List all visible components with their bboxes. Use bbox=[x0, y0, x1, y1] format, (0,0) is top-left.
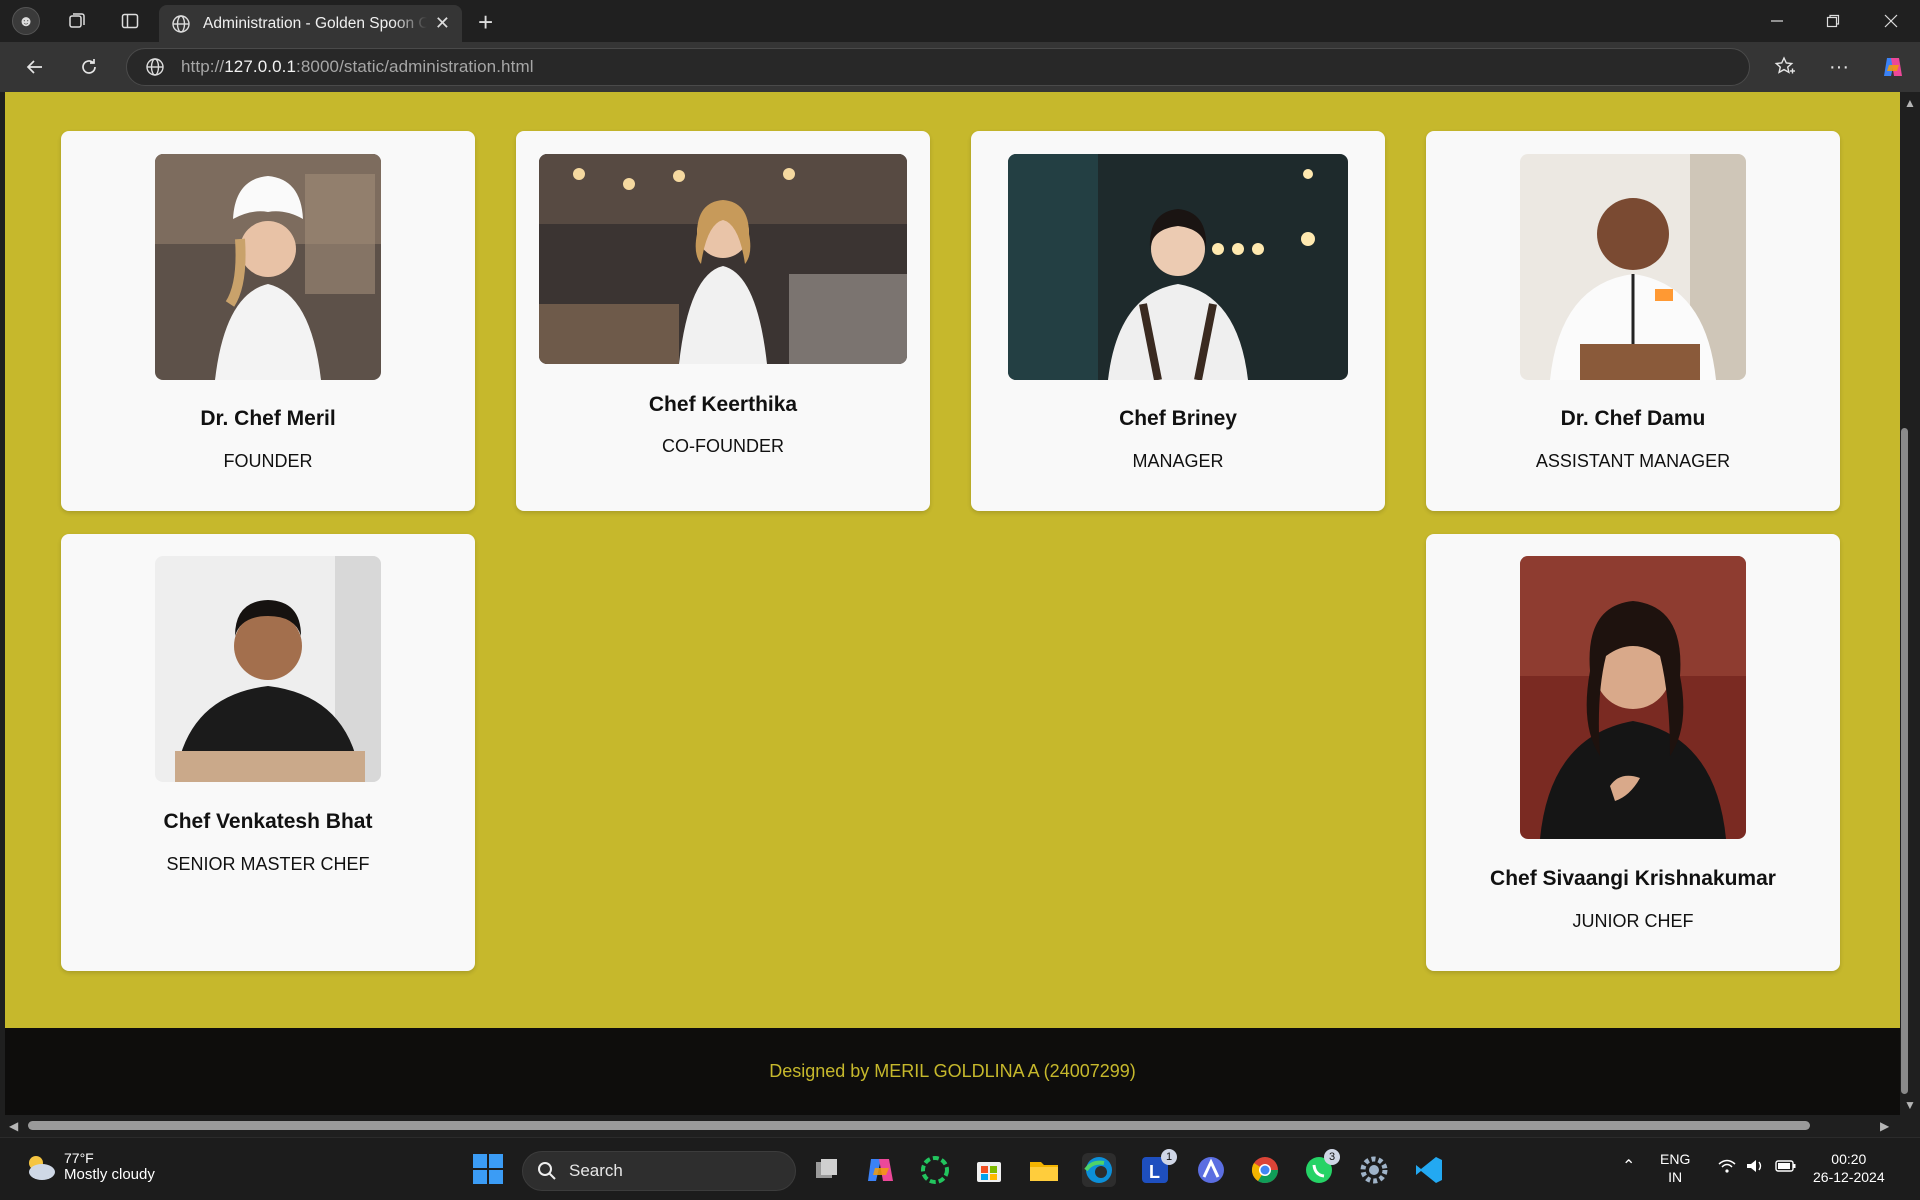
chef-photo bbox=[1520, 556, 1746, 839]
weather-temp: 77°F bbox=[64, 1150, 94, 1166]
globe-icon bbox=[172, 14, 190, 33]
staff-card: Chef Briney MANAGER bbox=[971, 131, 1385, 511]
wifi-icon[interactable] bbox=[1718, 1158, 1736, 1177]
vertical-tabs-icon[interactable] bbox=[117, 8, 143, 34]
more-options-icon[interactable]: ··· bbox=[1824, 52, 1854, 82]
workspaces-icon[interactable] bbox=[64, 8, 90, 34]
staff-role: JUNIOR CHEF bbox=[1572, 911, 1694, 931]
close-window-icon[interactable] bbox=[1876, 6, 1906, 36]
page-footer: Designed by MERIL GOLDLINA A (24007299) bbox=[5, 1028, 1900, 1115]
chef-photo bbox=[155, 556, 381, 782]
staff-name: Chef Sivaangi Krishnakumar bbox=[1490, 867, 1776, 890]
windows-taskbar: 77°F Mostly cloudy Search L 1 3 ⌃ ENG IN … bbox=[0, 1137, 1920, 1200]
favorites-star-icon[interactable] bbox=[1770, 52, 1800, 82]
copilot-app-icon[interactable] bbox=[864, 1153, 898, 1187]
show-hidden-icons-chevron-icon[interactable]: ⌃ bbox=[1622, 1156, 1635, 1176]
profile-avatar-icon[interactable]: ☻ bbox=[12, 7, 40, 35]
staff-role: MANAGER bbox=[1132, 451, 1224, 471]
refresh-app-icon[interactable] bbox=[918, 1153, 952, 1187]
page-content: Dr. Chef Meril FOUNDER Chef Keerthika CO… bbox=[5, 92, 1900, 1115]
notification-badge: 3 bbox=[1324, 1149, 1340, 1165]
chef-photo bbox=[1008, 154, 1348, 380]
address-bar[interactable]: http://127.0.0.1:8000/static/administrat… bbox=[126, 48, 1750, 86]
staff-role: CO-FOUNDER bbox=[662, 436, 784, 456]
staff-role: FOUNDER bbox=[223, 451, 313, 471]
horizontal-scroll-thumb[interactable] bbox=[28, 1121, 1810, 1130]
scroll-up-arrow-icon[interactable]: ▲ bbox=[1904, 96, 1916, 110]
search-label: Search bbox=[569, 1161, 623, 1180]
microsoft-store-icon[interactable] bbox=[972, 1153, 1006, 1187]
settings-gear-icon[interactable] bbox=[1357, 1153, 1391, 1187]
taskbar-search[interactable]: Search bbox=[522, 1151, 796, 1191]
weather-description: Mostly cloudy bbox=[64, 1166, 155, 1183]
scroll-down-arrow-icon[interactable]: ▼ bbox=[1904, 1098, 1916, 1112]
battery-icon[interactable] bbox=[1775, 1159, 1797, 1176]
staff-card: Chef Sivaangi Krishnakumar JUNIOR CHEF bbox=[1426, 534, 1840, 971]
tab-title: Administration - Golden Spoon C bbox=[203, 14, 427, 32]
minimize-icon[interactable] bbox=[1762, 6, 1792, 36]
browser-titlebar: ☻ Administration - Golden Spoon C ✕ + bbox=[0, 0, 1920, 42]
back-arrow-icon[interactable] bbox=[20, 52, 50, 82]
staff-role: SENIOR MASTER CHEF bbox=[166, 854, 370, 874]
staff-card: Chef Keerthika CO-FOUNDER bbox=[516, 131, 930, 511]
vpn-app-icon[interactable] bbox=[1194, 1153, 1228, 1187]
chrome-icon[interactable] bbox=[1248, 1153, 1282, 1187]
new-tab-icon[interactable]: + bbox=[478, 7, 493, 38]
notification-badge: 1 bbox=[1161, 1149, 1177, 1165]
staff-name: Chef Keerthika bbox=[648, 393, 798, 416]
clock[interactable]: 00:20 26-12-2024 bbox=[1813, 1150, 1885, 1186]
start-windows-icon[interactable] bbox=[472, 1153, 506, 1187]
task-view-icon[interactable] bbox=[810, 1153, 844, 1187]
language-indicator[interactable]: ENG IN bbox=[1660, 1150, 1690, 1186]
staff-name: Dr. Chef Meril bbox=[200, 407, 336, 430]
staff-name: Dr. Chef Damu bbox=[1560, 407, 1706, 430]
clock-date: 26-12-2024 bbox=[1813, 1169, 1885, 1185]
chef-photo bbox=[155, 154, 381, 380]
l-app-icon[interactable]: L 1 bbox=[1139, 1149, 1177, 1187]
staff-card: Chef Venkatesh Bhat SENIOR MASTER CHEF bbox=[61, 534, 475, 971]
clock-time: 00:20 bbox=[1831, 1151, 1867, 1167]
site-info-icon[interactable] bbox=[145, 57, 165, 77]
scroll-right-arrow-icon[interactable]: ▶ bbox=[1880, 1119, 1889, 1133]
footer-credit: Designed by MERIL GOLDLINA A (24007299) bbox=[769, 1061, 1136, 1081]
weather-widget[interactable]: 77°F Mostly cloudy bbox=[22, 1150, 155, 1183]
tab-administration[interactable]: Administration - Golden Spoon C ✕ bbox=[159, 5, 462, 42]
svg-text:L: L bbox=[1149, 1162, 1160, 1182]
chef-photo bbox=[1520, 154, 1746, 380]
vscode-icon[interactable] bbox=[1412, 1153, 1446, 1187]
staff-name: Chef Venkatesh Bhat bbox=[163, 810, 373, 833]
chef-photo bbox=[539, 154, 907, 364]
copilot-icon[interactable] bbox=[1878, 52, 1908, 82]
staff-role: ASSISTANT MANAGER bbox=[1535, 451, 1731, 471]
edge-browser-icon[interactable] bbox=[1082, 1153, 1116, 1187]
staff-name: Chef Briney bbox=[1119, 407, 1237, 430]
restore-icon[interactable] bbox=[1818, 6, 1848, 36]
refresh-icon[interactable] bbox=[74, 52, 104, 82]
url-text: http://127.0.0.1:8000/static/administrat… bbox=[181, 57, 534, 76]
search-icon bbox=[538, 1162, 556, 1180]
staff-card: Dr. Chef Meril FOUNDER bbox=[61, 131, 475, 511]
staff-card: Dr. Chef Damu ASSISTANT MANAGER bbox=[1426, 131, 1840, 511]
file-explorer-icon[interactable] bbox=[1027, 1153, 1061, 1187]
tab-close-icon[interactable]: ✕ bbox=[435, 13, 450, 34]
volume-icon[interactable] bbox=[1745, 1158, 1765, 1177]
scroll-left-arrow-icon[interactable]: ◀ bbox=[9, 1119, 18, 1133]
browser-toolbar: http://127.0.0.1:8000/static/administrat… bbox=[0, 42, 1920, 92]
vertical-scroll-thumb[interactable] bbox=[1901, 428, 1908, 1094]
whatsapp-icon[interactable]: 3 bbox=[1302, 1149, 1340, 1187]
cloudy-weather-icon bbox=[29, 1155, 55, 1180]
